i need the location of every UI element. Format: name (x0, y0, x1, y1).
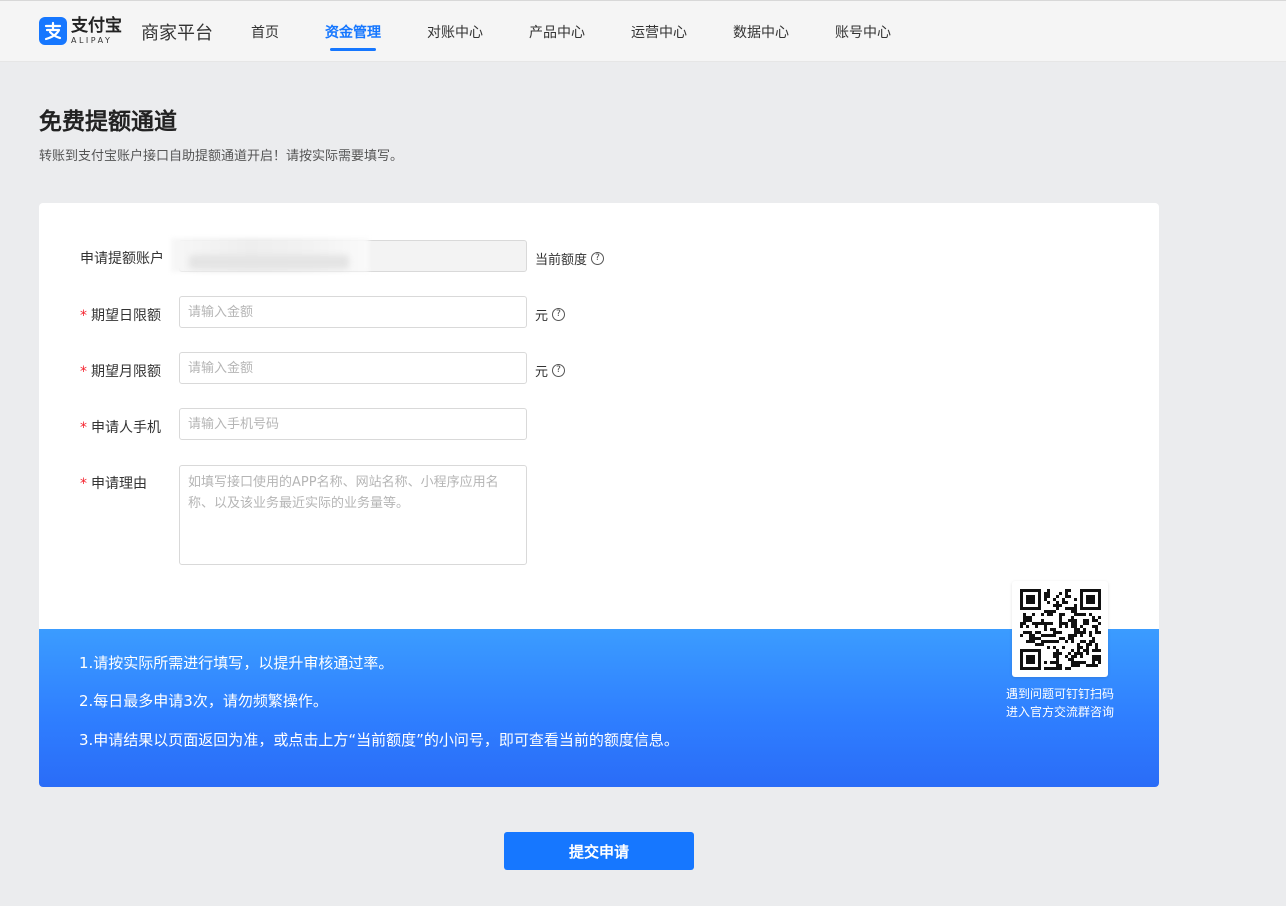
account-redacted-text (189, 255, 349, 269)
nav-item-home[interactable]: 首页 (251, 22, 279, 42)
page-subtitle: 转账到支付宝账户接口自助提额通道开启！请按实际需要填写。 (39, 149, 404, 164)
reason-label: * 申请理由 (80, 473, 147, 493)
logo-en-text: ALIPAY (71, 35, 113, 45)
alipay-logo-icon (39, 17, 67, 45)
nav-item-account[interactable]: 账号中心 (835, 22, 891, 42)
monthly-limit-input[interactable] (179, 352, 527, 384)
tip-3: 3.申请结果以页面返回为准，或点击上方“当前额度”的小问号，即可查看当前的额度信… (79, 731, 679, 749)
phone-label-text: 申请人手机 (91, 420, 161, 436)
tip-1: 1.请按实际所需进行填写，以提升审核通过率。 (79, 654, 394, 672)
active-tab-indicator (330, 48, 376, 51)
monthly-limit-suffix: 元 ? (535, 361, 566, 380)
qr-code-icon (1020, 589, 1101, 670)
logo-cn-text: 支付宝 (71, 15, 122, 36)
qr-caption-line1: 遇到问题可钉钉扫码 (1005, 687, 1114, 701)
daily-limit-suffix: 元 ? (535, 305, 566, 324)
qr-caption: 遇到问题可钉钉扫码 进入官方交流群咨询 (979, 685, 1141, 721)
nav-item-products[interactable]: 产品中心 (529, 22, 585, 42)
qr-caption-line2: 进入官方交流群咨询 (1005, 705, 1114, 719)
daily-limit-label-text: 期望日限额 (91, 308, 161, 324)
daily-limit-unit: 元 (535, 309, 549, 324)
phone-input[interactable] (179, 408, 527, 440)
required-mark: * (80, 420, 87, 436)
top-header: 支付宝 ALIPAY 商家平台 首页 资金管理 对账中心 产品中心 运营中心 数… (0, 0, 1286, 62)
daily-limit-help-icon[interactable]: ? (552, 308, 566, 321)
nav-item-reconciliation[interactable]: 对账中心 (427, 22, 483, 42)
current-quota-label: 当前额度 (535, 253, 588, 268)
nav-item-operations[interactable]: 运营中心 (631, 22, 687, 42)
monthly-limit-label-text: 期望月限额 (91, 364, 161, 380)
nav-item-data[interactable]: 数据中心 (733, 22, 789, 42)
dingtalk-qr-code (1012, 581, 1108, 677)
required-mark: * (80, 476, 87, 492)
current-quota: 当前额度 ? (535, 249, 605, 268)
platform-name: 商家平台 (141, 23, 213, 44)
phone-label: * 申请人手机 (80, 417, 161, 437)
daily-limit-label: * 期望日限额 (80, 305, 161, 325)
header-topline (0, 0, 1286, 1)
required-mark: * (80, 364, 87, 380)
tip-2: 2.每日最多申请3次，请勿频繁操作。 (79, 692, 328, 710)
monthly-limit-unit: 元 (535, 365, 549, 380)
page-title: 免费提额通道 (39, 109, 177, 135)
form-card: 申请提额账户 当前额度 ? *期望日限额 元 ? *期望月限额 元 ? *申请人… (39, 203, 1159, 787)
current-quota-help-icon[interactable]: ? (591, 252, 605, 265)
alipay-logo[interactable]: 支付宝 ALIPAY (39, 17, 122, 45)
submit-button[interactable]: 提交申请 (504, 832, 694, 870)
account-label: 申请提额账户 (80, 251, 164, 267)
nav-item-funds[interactable]: 资金管理 (325, 22, 381, 42)
required-mark: * (80, 308, 87, 324)
reason-textarea[interactable] (179, 465, 527, 565)
daily-limit-input[interactable] (179, 296, 527, 328)
reason-label-text: 申请理由 (91, 476, 147, 492)
monthly-limit-help-icon[interactable]: ? (552, 364, 566, 377)
monthly-limit-label: * 期望月限额 (80, 361, 161, 381)
